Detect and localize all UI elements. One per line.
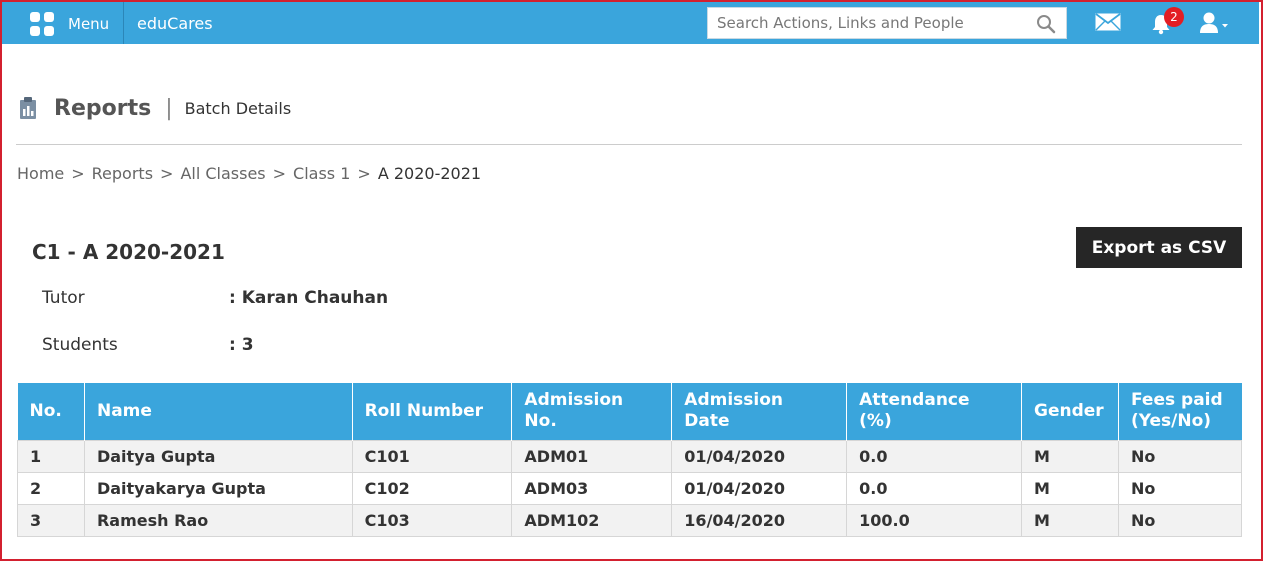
breadcrumb-current: A 2020-2021 (377, 164, 482, 183)
cell-attendance: 100.0 (846, 503, 1023, 537)
cell-attendance: 0.0 (846, 471, 1023, 505)
breadcrumb-all-classes[interactable]: All Classes (180, 164, 265, 183)
column-header-admission-no[interactable]: Admission No. (511, 383, 673, 440)
cell-fees-paid: No (1118, 503, 1242, 537)
menu-label: Menu (68, 15, 110, 33)
tutor-label: Tutor (42, 288, 85, 308)
cell-admission-no: ADM102 (511, 503, 673, 537)
column-header-no[interactable]: No. (17, 383, 85, 440)
cell-roll-number: C103 (351, 503, 513, 537)
notifications-button[interactable]: 2 (1150, 7, 1184, 38)
cell-no: 2 (17, 471, 85, 505)
cell-gender: M (1021, 439, 1119, 473)
cell-admission-date: 01/04/2020 (671, 471, 848, 505)
search-input[interactable] (708, 8, 1028, 38)
cell-admission-no: ADM01 (511, 439, 673, 473)
cell-name: Ramesh Rao (83, 503, 353, 537)
page-title: Reports (54, 95, 152, 121)
cell-no: 3 (17, 503, 85, 537)
breadcrumb-home[interactable]: Home (17, 164, 64, 183)
search-box (707, 7, 1067, 39)
topbar-divider (123, 2, 124, 44)
cell-admission-no: ADM03 (511, 471, 673, 505)
table-row: 2 Daityakarya Gupta C102 ADM03 01/04/202… (17, 471, 1242, 505)
column-header-roll-number[interactable]: Roll Number (352, 383, 513, 440)
brand-link[interactable]: eduCares (137, 14, 213, 33)
batch-table: No. Name Roll Number Admission No. Admiss… (17, 383, 1242, 537)
students-value: : 3 (229, 335, 254, 355)
cell-name: Daitya Gupta (83, 439, 353, 473)
menu-grid-icon (30, 12, 54, 36)
students-label: Students (42, 335, 118, 355)
breadcrumb-reports[interactable]: Reports (92, 164, 153, 183)
cell-gender: M (1021, 503, 1119, 537)
page-header: Reports | Batch Details (18, 94, 291, 122)
cell-fees-paid: No (1118, 471, 1242, 505)
header-divider (16, 144, 1242, 145)
title-separator: | (165, 95, 173, 121)
cell-roll-number: C102 (351, 471, 513, 505)
cell-name: Daityakarya Gupta (83, 471, 353, 505)
table-header-row: No. Name Roll Number Admission No. Admiss… (17, 383, 1242, 440)
table-row: 1 Daitya Gupta C101 ADM01 01/04/2020 0.0… (17, 439, 1242, 473)
mail-icon[interactable] (1095, 13, 1121, 31)
cell-admission-date: 16/04/2020 (671, 503, 848, 537)
page-subtitle: Batch Details (184, 98, 292, 118)
breadcrumb-separator: > (71, 164, 85, 183)
notification-badge: 2 (1164, 7, 1184, 27)
table-row: 3 Ramesh Rao C103 ADM102 16/04/2020 100.… (17, 503, 1242, 537)
caret-down-icon (1222, 24, 1228, 28)
cell-fees-paid: No (1118, 439, 1242, 473)
column-header-gender[interactable]: Gender (1021, 383, 1119, 440)
user-icon[interactable] (1198, 11, 1230, 35)
breadcrumb-separator: > (357, 164, 371, 183)
column-header-admission-date[interactable]: Admission Date (671, 383, 848, 440)
menu-button[interactable]: Menu (30, 10, 109, 38)
cell-admission-date: 01/04/2020 (671, 439, 848, 473)
breadcrumb-class-1[interactable]: Class 1 (293, 164, 350, 183)
breadcrumb-separator: > (272, 164, 287, 183)
search-icon[interactable] (1036, 14, 1056, 34)
column-header-name[interactable]: Name (84, 383, 353, 440)
breadcrumb: Home > Reports > All Classes > Class 1 > A 2020-… (17, 164, 481, 183)
cell-no: 1 (17, 439, 85, 473)
breadcrumb-separator: > (160, 164, 174, 183)
clipboard-icon (20, 97, 36, 119)
column-header-attendance[interactable]: Attendance (%) (846, 383, 1023, 440)
top-bar: Menu eduCares 2 (2, 2, 1259, 44)
cell-roll-number: C101 (351, 439, 513, 473)
column-header-fees-paid[interactable]: Fees paid (Yes/No) (1118, 383, 1242, 440)
cell-attendance: 0.0 (846, 439, 1023, 473)
batch-title: C1 - A 2020-2021 (32, 240, 225, 264)
cell-gender: M (1021, 471, 1119, 505)
export-csv-button[interactable]: Export as CSV (1076, 227, 1242, 268)
tutor-value: : Karan Chauhan (229, 288, 389, 308)
